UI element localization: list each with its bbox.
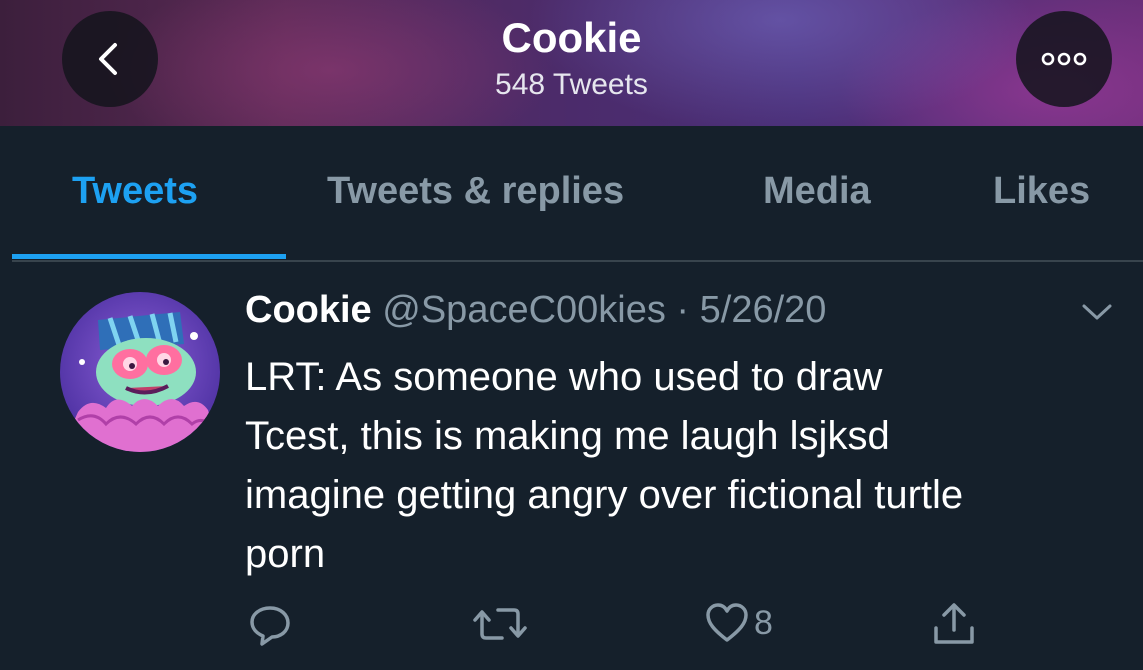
like-button[interactable]: 8 — [704, 600, 773, 646]
tab-likes[interactable]: Likes — [993, 170, 1090, 213]
share-button[interactable] — [930, 600, 978, 648]
more-button[interactable] — [1016, 11, 1112, 107]
avatar-illustration — [60, 292, 220, 452]
tweet-count: 548 Tweets — [495, 68, 648, 101]
profile-screen: Cookie 548 Tweets Tweets Tweets & replie… — [0, 0, 1143, 670]
tweet-text-line: Tcest, this is making me laugh lsjksd — [245, 414, 890, 458]
active-tab-indicator — [12, 254, 286, 259]
reply-button[interactable] — [246, 600, 294, 648]
tweet-options-button[interactable] — [1080, 300, 1114, 329]
tweet-actions: 8 — [0, 600, 1143, 660]
more-dots-icon — [1041, 52, 1087, 66]
tweet-text-line: LRT: As someone who used to draw — [245, 355, 883, 399]
tweet-date[interactable]: 5/26/20 — [700, 289, 827, 331]
retweet-icon — [473, 608, 527, 640]
separator-dot: · — [665, 289, 700, 331]
profile-tabs: Tweets Tweets & replies Media Likes — [0, 126, 1143, 263]
tweet-header: Cookie @SpaceC00kies · 5/26/20 — [245, 289, 826, 332]
tweet-text-line: porn — [245, 532, 326, 576]
profile-header: Cookie 548 Tweets — [0, 0, 1143, 126]
tab-media[interactable]: Media — [763, 170, 871, 213]
avatar[interactable] — [60, 292, 220, 452]
reply-icon — [250, 606, 290, 646]
display-name[interactable]: Cookie — [245, 289, 372, 331]
handle[interactable]: @SpaceC00kies — [382, 289, 666, 331]
tab-tweets[interactable]: Tweets — [72, 170, 198, 213]
tweet-text-line: imagine getting angry over fictional tur… — [245, 473, 964, 517]
share-icon — [934, 603, 974, 644]
tabs-divider — [12, 260, 1143, 262]
profile-title: Cookie — [501, 14, 642, 61]
tweet-text: LRT: As someone who used to draw Tcest, … — [245, 348, 1125, 584]
heart-icon — [706, 603, 748, 642]
like-count: 8 — [754, 603, 773, 642]
chevron-down-icon — [1082, 304, 1112, 320]
tab-tweets-replies[interactable]: Tweets & replies — [327, 170, 624, 213]
retweet-button[interactable] — [472, 600, 528, 648]
